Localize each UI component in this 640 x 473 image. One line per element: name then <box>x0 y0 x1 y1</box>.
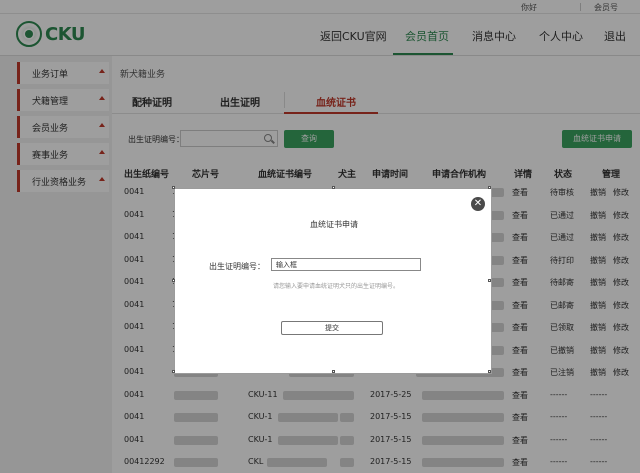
birth-cert-no-label: 出生证明编号： <box>209 262 265 271</box>
hint-text: 请您输入要申请血统证明犬只的出生证明编号。 <box>273 283 400 290</box>
resize-handle[interactable] <box>332 370 335 373</box>
resize-handle[interactable] <box>172 370 175 373</box>
resize-handle[interactable] <box>172 279 175 282</box>
pedigree-apply-dialog: 血统证书申请 ✕ 出生证明编号： 请您输入要申请血统证明犬只的出生证明编号。 提… <box>172 186 492 374</box>
resize-handle[interactable] <box>172 186 175 189</box>
resize-handle[interactable] <box>332 186 335 189</box>
resize-handle[interactable] <box>488 186 491 189</box>
birth-cert-no-input[interactable] <box>271 258 421 271</box>
resize-handle[interactable] <box>488 279 491 282</box>
resize-handle[interactable] <box>488 370 491 373</box>
dialog-title: 血统证书申请 <box>310 220 358 229</box>
close-icon[interactable]: ✕ <box>471 197 485 211</box>
submit-button[interactable]: 提交 <box>281 321 383 335</box>
